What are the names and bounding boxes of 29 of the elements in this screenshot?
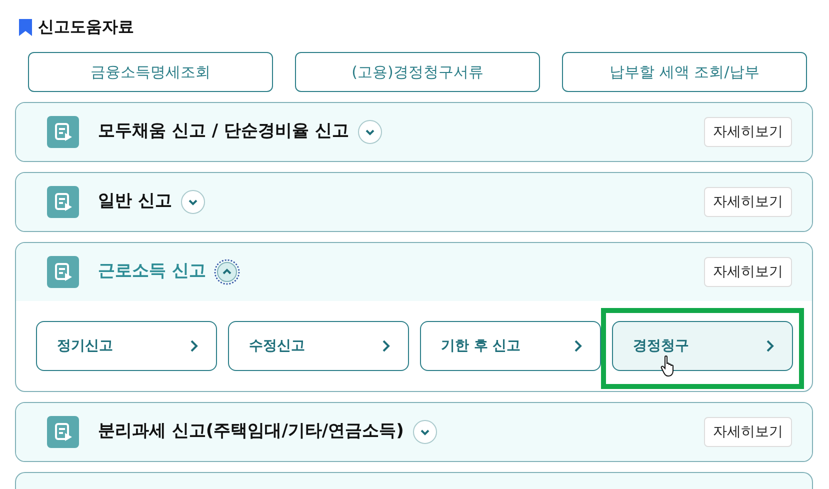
chevron-down-button[interactable]	[356, 119, 383, 145]
chevron-up-button[interactable]	[214, 259, 240, 285]
chevron-down-button[interactable]	[180, 189, 206, 215]
submenu-button[interactable]: 정기신고	[36, 321, 217, 371]
detail-button[interactable]: 자세히보기	[704, 417, 792, 447]
chevron-right-icon	[574, 340, 582, 352]
panel-title: 모두채움 신고 / 단순경비율 신고	[98, 120, 349, 144]
panel-title: 분리과세 신고(주택임대/기타/연금소득)	[98, 420, 404, 444]
document-play-icon	[47, 116, 79, 148]
chevron-right-icon	[190, 340, 198, 352]
detail-button[interactable]: 자세히보기	[704, 117, 792, 147]
submenu-button[interactable]: 수정신고	[228, 321, 409, 371]
detail-button[interactable]: 자세히보기	[704, 257, 792, 287]
document-play-icon	[47, 186, 79, 218]
link-button[interactable]: 납부할 세액 조회/납부	[562, 52, 807, 92]
chevron-right-icon	[382, 340, 390, 352]
chevron-right-icon	[766, 340, 774, 352]
document-play-icon	[47, 256, 79, 288]
link-button[interactable]: (고용)경정청구서류	[295, 52, 540, 92]
panel-title: 일반 신고	[98, 190, 172, 214]
document-play-icon	[47, 416, 79, 448]
section-title: 신고도움자료	[38, 16, 134, 38]
chevron-down-button[interactable]	[412, 419, 438, 445]
submenu-button[interactable]: 경정청구	[612, 321, 793, 371]
submenu-button[interactable]: 기한 후 신고	[420, 321, 601, 371]
panel-title: 근로소득 신고	[98, 260, 206, 284]
detail-button[interactable]: 자세히보기	[704, 187, 792, 217]
link-button[interactable]: 금융소득명세조회	[28, 52, 273, 92]
bookmark-icon	[19, 18, 32, 36]
